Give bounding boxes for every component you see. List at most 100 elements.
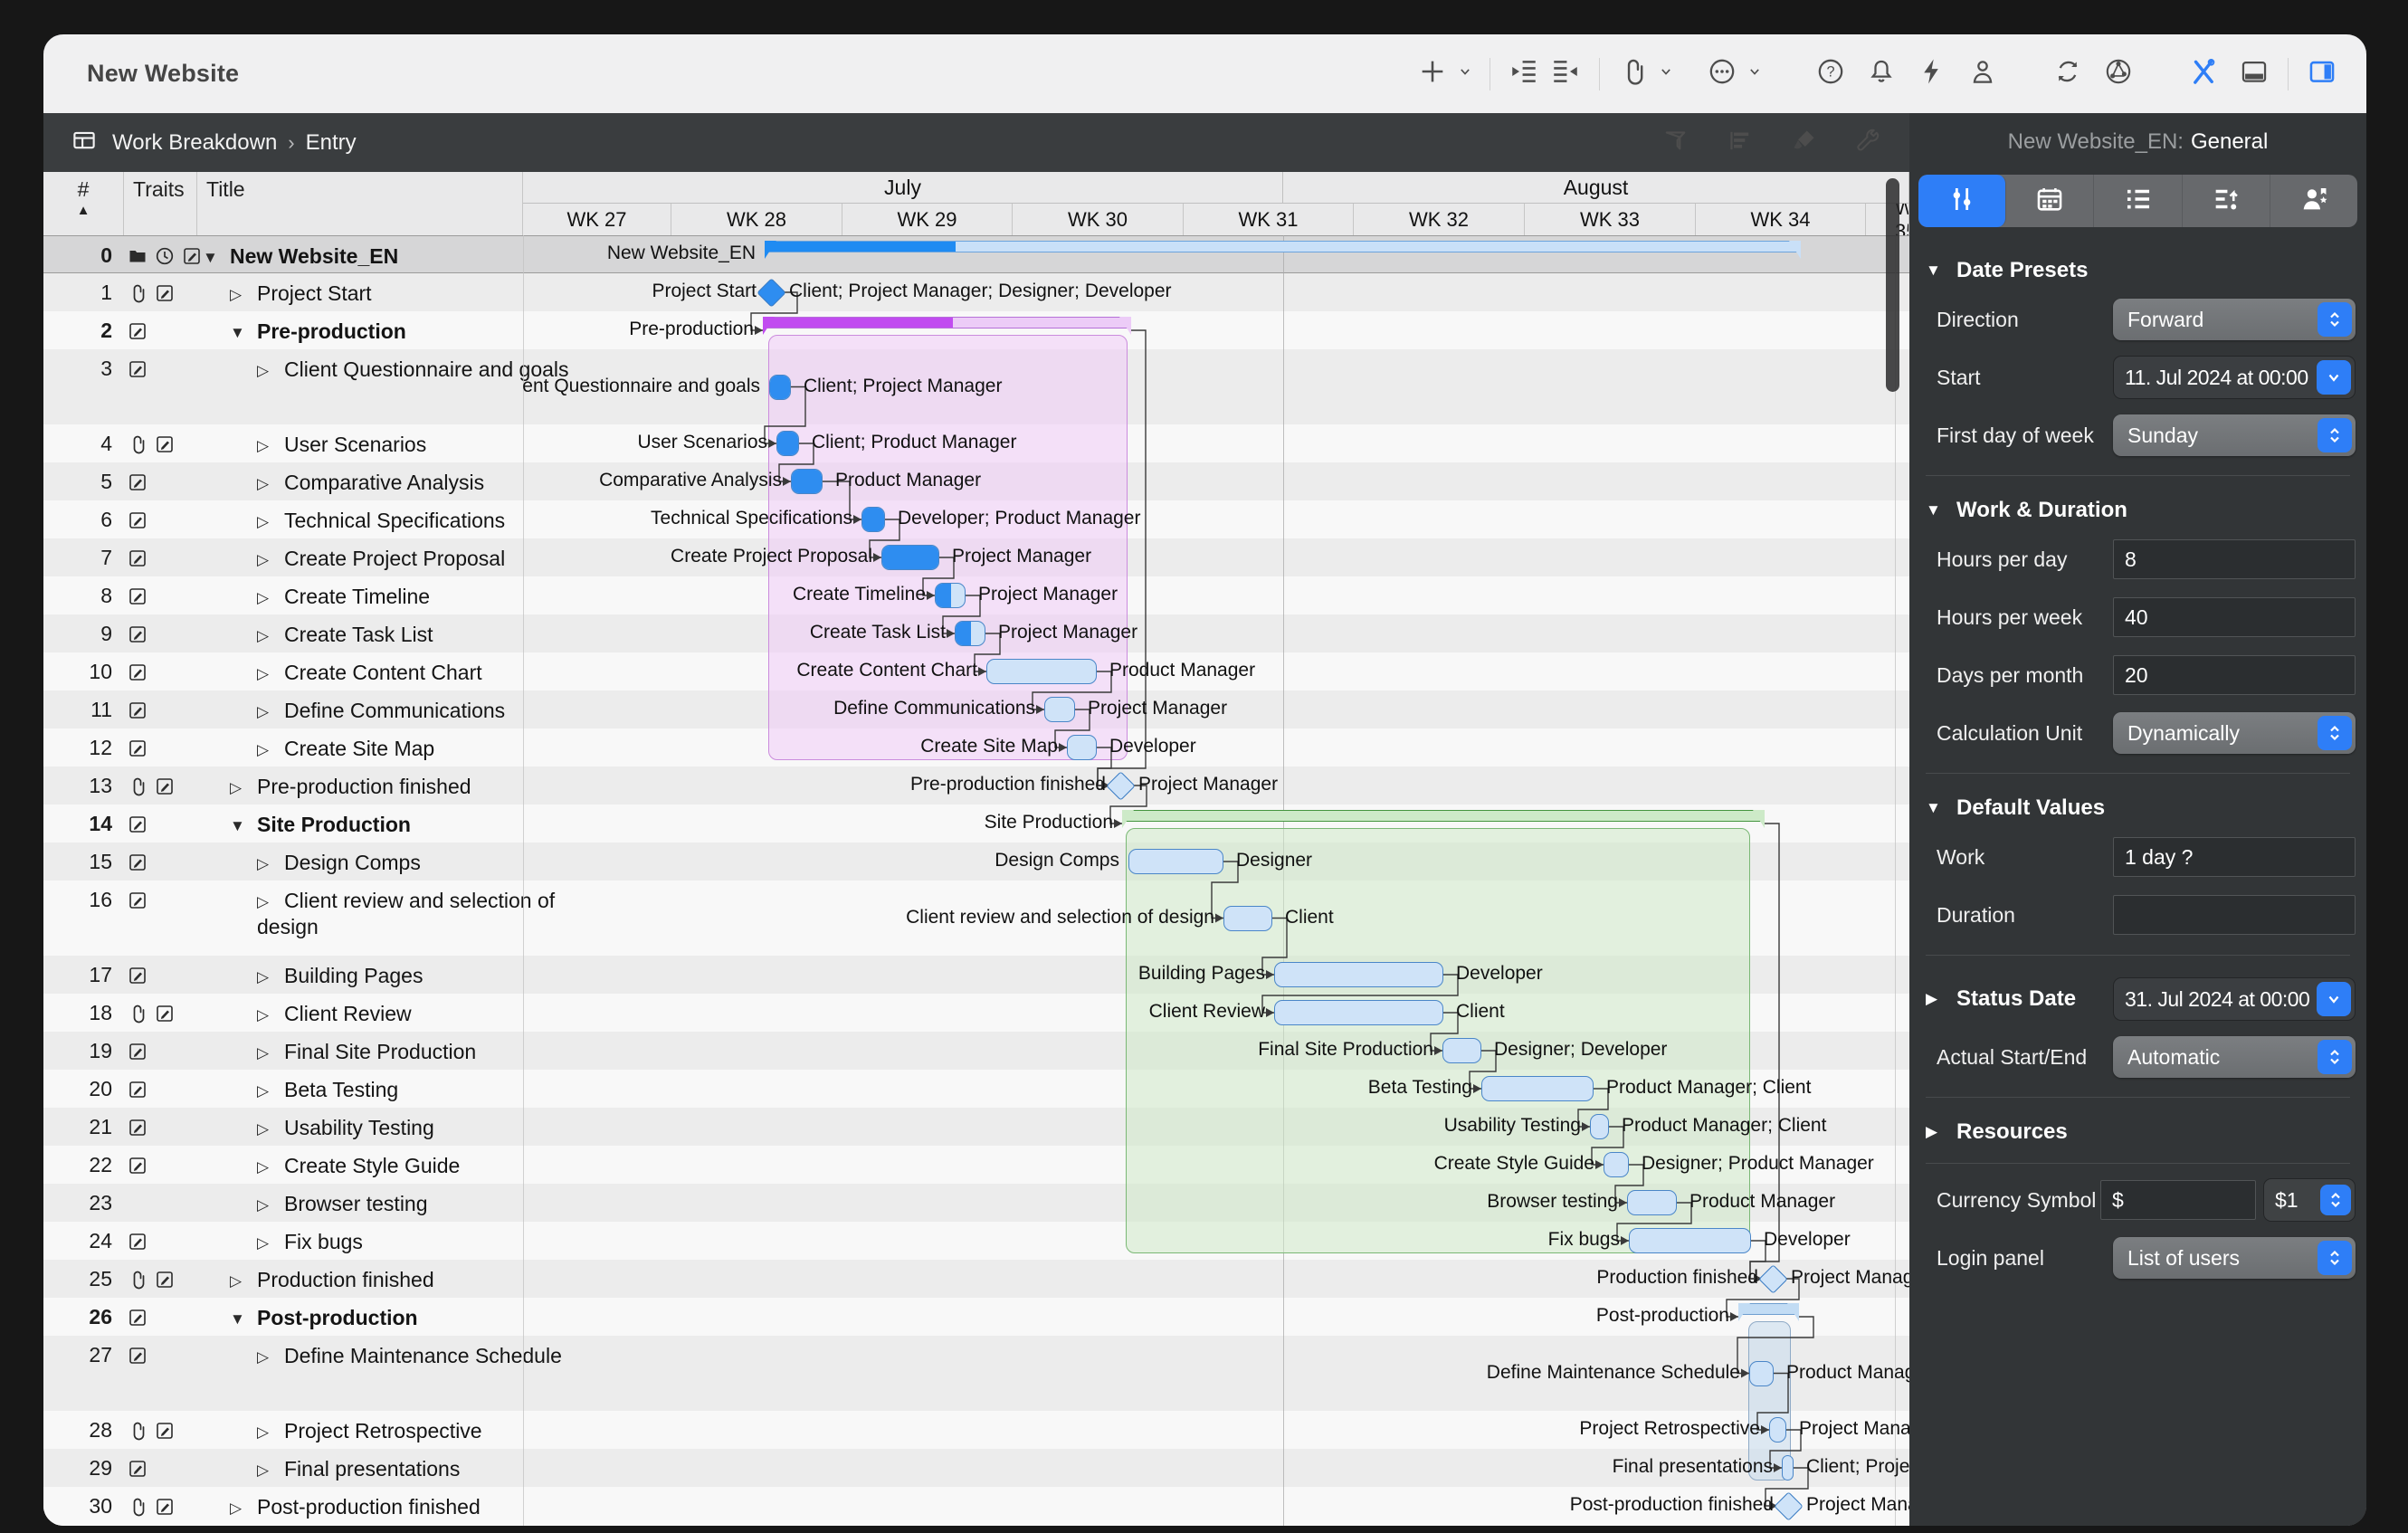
disclosure-closed-icon[interactable]: ▷ <box>230 1271 257 1290</box>
task-bar[interactable] <box>861 507 885 532</box>
column-header-traits[interactable]: Traits <box>124 172 197 235</box>
vertical-scrollbar[interactable] <box>1886 178 1899 392</box>
settings-button[interactable] <box>1854 122 1882 164</box>
toggle-bottom-panel-button[interactable] <box>2233 53 2275 95</box>
style-button[interactable] <box>1790 122 1818 164</box>
task-bar[interactable] <box>955 621 985 646</box>
summary-bar[interactable] <box>763 317 1131 328</box>
disclosure-closed-icon[interactable]: ▷ <box>257 474 284 493</box>
disclosure-closed-icon[interactable]: ▷ <box>230 1499 257 1518</box>
task-bar[interactable] <box>1627 1190 1677 1215</box>
milestone-diamond[interactable] <box>1774 1491 1804 1521</box>
disclosure-open-icon[interactable]: ▼ <box>230 816 257 835</box>
disclosure-closed-icon[interactable]: ▷ <box>257 1195 284 1214</box>
start-date-picker[interactable]: 11. Jul 2024 at 00:00 <box>2113 356 2356 399</box>
task-bar[interactable] <box>1604 1152 1629 1177</box>
login-panel-select[interactable]: List of users <box>2113 1237 2356 1279</box>
disclosure-closed-icon[interactable]: ▷ <box>230 285 257 304</box>
attach-chevron[interactable] <box>1654 53 1678 95</box>
task-bar[interactable] <box>1481 1076 1594 1101</box>
section-header-resources[interactable]: ▶ Resources <box>1926 1119 2356 1145</box>
more-chevron[interactable] <box>1743 53 1766 95</box>
task-bar[interactable] <box>1769 1417 1786 1443</box>
task-bar[interactable] <box>935 583 966 608</box>
tab-resources[interactable] <box>2270 175 2357 227</box>
view-options-button[interactable] <box>1726 122 1754 164</box>
user-button[interactable] <box>1962 53 2003 95</box>
help-button[interactable]: ? <box>1810 53 1851 95</box>
tab-calendar[interactable] <box>2006 175 2094 227</box>
outdent-button[interactable] <box>1545 53 1586 95</box>
task-bar[interactable] <box>1067 735 1097 760</box>
milestone-diamond[interactable] <box>757 278 786 308</box>
disclosure-open-icon[interactable]: ▼ <box>1926 501 1956 519</box>
milestone-diamond[interactable] <box>1106 771 1136 801</box>
breadcrumb-leaf[interactable]: Entry <box>306 130 357 156</box>
disclosure-closed-icon[interactable]: ▷ <box>230 778 257 797</box>
disclosure-closed-icon[interactable]: ▷ <box>257 967 284 986</box>
task-bar[interactable] <box>1128 849 1223 874</box>
task-bar[interactable] <box>1782 1455 1794 1481</box>
tab-outline[interactable] <box>2094 175 2182 227</box>
column-header-title[interactable]: Title <box>197 172 523 235</box>
disclosure-closed-icon[interactable]: ▷ <box>257 740 284 759</box>
disclosure-closed-icon[interactable]: ▷ <box>257 1119 284 1138</box>
disclosure-closed-icon[interactable]: ▷ <box>257 361 284 380</box>
notifications-button[interactable] <box>1861 53 1902 95</box>
task-bar[interactable] <box>1442 1038 1481 1063</box>
disclosure-closed-icon[interactable]: ▷ <box>257 626 284 645</box>
indent-button[interactable] <box>1503 53 1545 95</box>
disclosure-closed-icon[interactable]: ▷ <box>257 550 284 569</box>
hours-per-week-field[interactable]: 40 <box>2113 597 2356 637</box>
disclosure-closed-icon[interactable]: ▶ <box>1926 1123 1956 1141</box>
disclosure-closed-icon[interactable]: ▷ <box>257 892 284 911</box>
task-bar[interactable] <box>1274 962 1443 987</box>
section-header-status-date[interactable]: ▶ Status Date 31. Jul 2024 at 00:00 <box>1926 977 2356 1021</box>
calculation-unit-select[interactable]: Dynamically <box>2113 712 2356 754</box>
work-field[interactable]: 1 day ? <box>2113 837 2356 877</box>
disclosure-closed-icon[interactable]: ▷ <box>257 1081 284 1100</box>
disclosure-open-icon[interactable]: ▼ <box>1926 799 1956 817</box>
duration-field[interactable] <box>2113 895 2356 935</box>
add-button[interactable] <box>1412 53 1453 95</box>
task-bar[interactable] <box>776 431 799 456</box>
tab-status[interactable] <box>2183 175 2270 227</box>
disclosure-closed-icon[interactable]: ▷ <box>257 1043 284 1062</box>
filter-button[interactable] <box>1661 122 1689 164</box>
first-day-of-week-select[interactable]: Sunday <box>2113 414 2356 456</box>
share-network-button[interactable] <box>2098 53 2139 95</box>
disclosure-closed-icon[interactable]: ▷ <box>257 854 284 873</box>
disclosure-closed-icon[interactable]: ▷ <box>257 1347 284 1366</box>
view-switch-button[interactable] <box>71 122 98 164</box>
disclosure-open-icon[interactable]: ▼ <box>230 323 257 342</box>
toggle-right-panel-button[interactable] <box>2301 53 2343 95</box>
disclosure-closed-icon[interactable]: ▷ <box>257 664 284 683</box>
actions-button[interactable] <box>1911 53 1953 95</box>
task-bar[interactable] <box>1044 697 1075 722</box>
task-bar[interactable] <box>1223 906 1272 931</box>
add-chevron[interactable] <box>1453 53 1477 95</box>
disclosure-closed-icon[interactable]: ▷ <box>257 1461 284 1480</box>
task-bar[interactable] <box>986 659 1097 684</box>
actual-start-end-select[interactable]: Automatic <box>2113 1036 2356 1078</box>
hours-per-day-field[interactable]: 8 <box>2113 539 2356 579</box>
section-header-date-presets[interactable]: ▼ Date Presets <box>1926 258 2356 283</box>
direction-select[interactable]: Forward <box>2113 299 2356 340</box>
task-bar[interactable] <box>881 545 939 570</box>
disclosure-closed-icon[interactable]: ▷ <box>257 588 284 607</box>
task-bar[interactable] <box>1749 1361 1774 1386</box>
disclosure-closed-icon[interactable]: ▷ <box>257 1157 284 1176</box>
disclosure-closed-icon[interactable]: ▶ <box>1926 990 1956 1008</box>
currency-format-select[interactable]: $1 <box>2263 1178 2356 1222</box>
disclosure-closed-icon[interactable]: ▷ <box>257 436 284 455</box>
section-header-work-duration[interactable]: ▼ Work & Duration <box>1926 498 2356 523</box>
section-header-default-values[interactable]: ▼ Default Values <box>1926 795 2356 821</box>
task-bar[interactable] <box>1590 1114 1609 1139</box>
disclosure-closed-icon[interactable]: ▷ <box>257 1423 284 1442</box>
summary-bar[interactable] <box>1122 810 1765 822</box>
milestone-diamond[interactable] <box>1758 1264 1788 1294</box>
sync-button[interactable] <box>2047 53 2089 95</box>
disclosure-closed-icon[interactable]: ▷ <box>257 512 284 531</box>
tools-button[interactable] <box>2183 53 2224 95</box>
disclosure-open-icon[interactable]: ▼ <box>203 248 230 267</box>
